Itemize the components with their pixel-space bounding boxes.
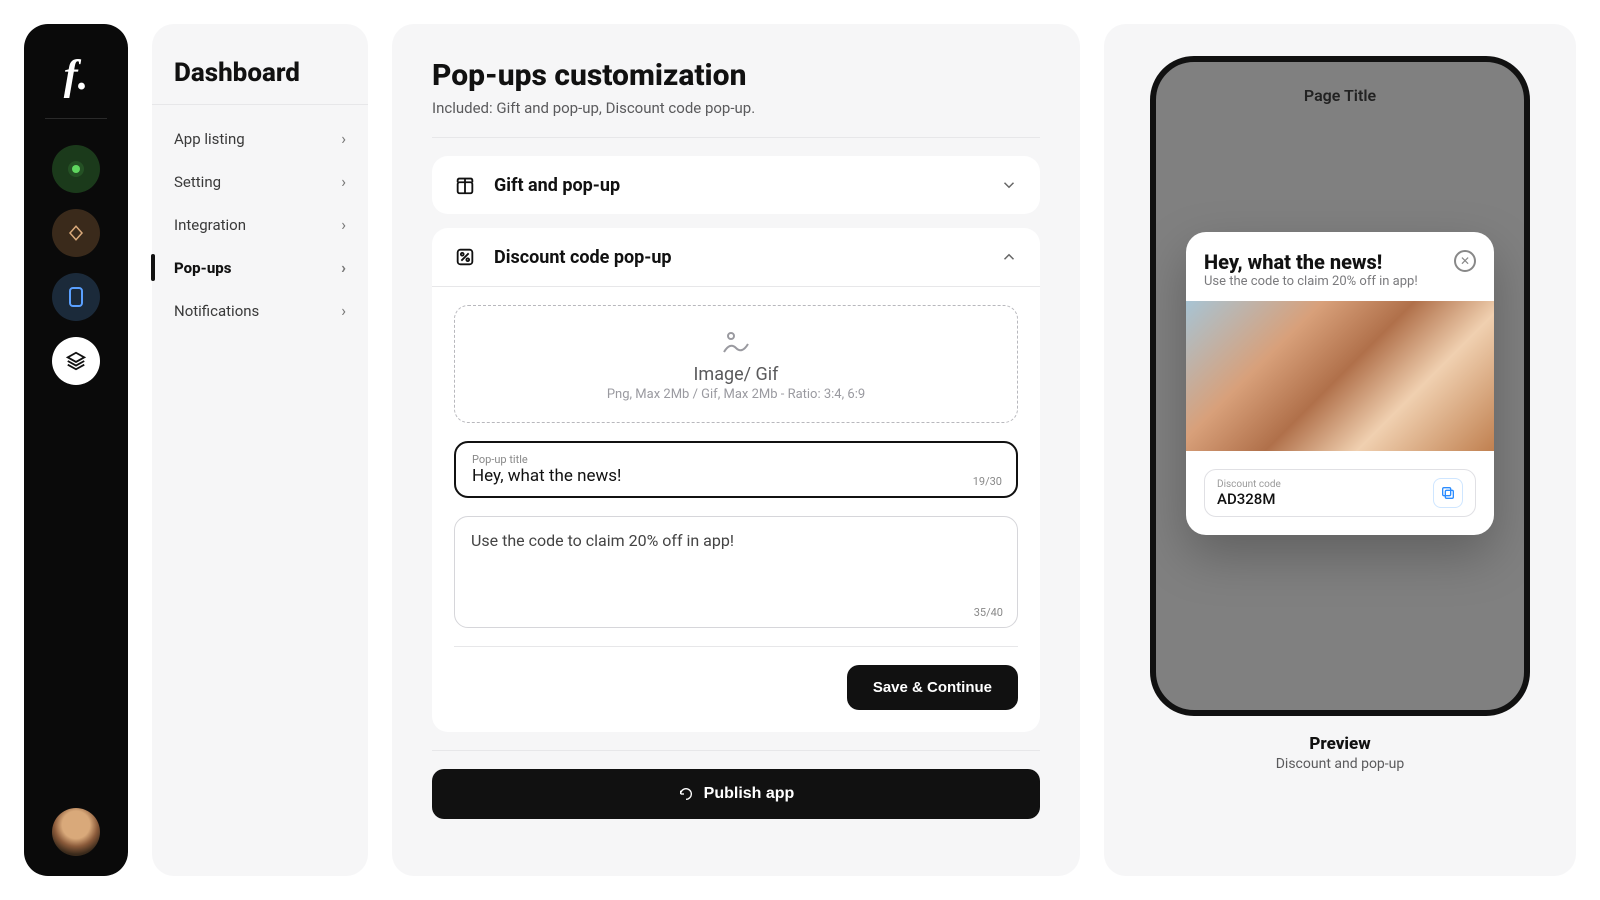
section-discount: Discount code pop-up Image/ Gif Png, Max… xyxy=(432,228,1040,732)
preview-popup-subtitle: Use the code to claim 20% off in app! xyxy=(1204,274,1476,289)
popup-title-input[interactable] xyxy=(472,466,1000,486)
rail-item-alerts[interactable] xyxy=(52,145,100,193)
sidebar-item-integration[interactable]: Integration › xyxy=(152,203,368,246)
sidebar-item-popups[interactable]: Pop-ups › xyxy=(152,246,368,289)
preview-popup-title: Hey, what the news! xyxy=(1204,250,1382,274)
layers-icon xyxy=(65,350,87,372)
main-panel: Pop-ups customization Included: Gift and… xyxy=(392,24,1080,876)
user-avatar[interactable] xyxy=(52,808,100,856)
chevron-down-icon xyxy=(1000,176,1018,194)
page-title: Pop-ups customization xyxy=(432,58,1040,93)
brand-logo: f. xyxy=(45,52,107,119)
preview-popup-card: Hey, what the news! ✕ Use the code to cl… xyxy=(1186,232,1494,535)
dropzone-title: Image/ Gif xyxy=(455,364,1017,385)
sidebar-item-app-listing[interactable]: App listing › xyxy=(152,117,368,160)
discount-code-box: Discount code AD328M xyxy=(1204,469,1476,517)
publish-app-button[interactable]: Publish app xyxy=(432,769,1040,819)
sidebar-title: Dashboard xyxy=(152,58,368,105)
diamond-icon xyxy=(67,224,85,242)
popup-desc-field[interactable]: 35/40 xyxy=(454,516,1018,628)
chevron-right-icon: › xyxy=(341,172,346,191)
preview-title: Preview xyxy=(1309,734,1370,754)
section-discount-body: Image/ Gif Png, Max 2Mb / Gif, Max 2Mb -… xyxy=(432,286,1040,732)
save-continue-button[interactable]: Save & Continue xyxy=(847,665,1018,710)
chevron-right-icon: › xyxy=(341,258,346,277)
section-gift-label: Gift and pop-up xyxy=(494,175,982,196)
sidebar-item-label: Setting xyxy=(174,173,221,191)
rail-item-mobile[interactable] xyxy=(52,273,100,321)
preview-subtitle: Discount and pop-up xyxy=(1276,756,1405,772)
sidebar-item-setting[interactable]: Setting › xyxy=(152,160,368,203)
copy-icon xyxy=(1440,485,1456,501)
chevron-up-icon xyxy=(1000,248,1018,266)
dropzone-subtitle: Png, Max 2Mb / Gif, Max 2Mb - Ratio: 3:4… xyxy=(455,387,1017,402)
sidebar: Dashboard App listing › Setting › Integr… xyxy=(152,24,368,876)
popup-desc-textarea[interactable] xyxy=(471,531,1001,609)
section-gift: Gift and pop-up xyxy=(432,156,1040,214)
section-gift-header[interactable]: Gift and pop-up xyxy=(432,156,1040,214)
image-dropzone[interactable]: Image/ Gif Png, Max 2Mb / Gif, Max 2Mb -… xyxy=(454,305,1018,423)
sidebar-item-label: Integration xyxy=(174,216,246,234)
close-icon[interactable]: ✕ xyxy=(1454,250,1476,272)
popup-title-field[interactable]: Pop-up title 19/30 xyxy=(454,441,1018,498)
chevron-right-icon: › xyxy=(341,129,346,148)
preview-panel: Page Title Hey, what the news! ✕ Use the… xyxy=(1104,24,1576,876)
popup-desc-count: 35/40 xyxy=(974,606,1003,619)
gift-icon xyxy=(454,174,476,196)
discount-code-value: AD328M xyxy=(1217,490,1281,508)
sidebar-item-label: Pop-ups xyxy=(174,259,231,277)
popup-title-label: Pop-up title xyxy=(472,453,1000,466)
chevron-right-icon: › xyxy=(341,215,346,234)
preview-popup-image xyxy=(1186,301,1494,451)
section-discount-header[interactable]: Discount code pop-up xyxy=(432,228,1040,286)
discount-code-label: Discount code xyxy=(1217,479,1281,490)
page-subtitle: Included: Gift and pop-up, Discount code… xyxy=(432,99,1040,138)
section-discount-label: Discount code pop-up xyxy=(494,247,982,268)
sidebar-item-label: Notifications xyxy=(174,302,259,320)
preview-page-title: Page Title xyxy=(1156,62,1524,105)
phone-frame: Page Title Hey, what the news! ✕ Use the… xyxy=(1150,56,1530,716)
chevron-right-icon: › xyxy=(341,301,346,320)
popup-title-count: 19/30 xyxy=(973,475,1002,488)
image-upload-icon xyxy=(455,330,1017,358)
publish-app-label: Publish app xyxy=(704,785,795,803)
exclamation-icon xyxy=(72,165,80,173)
sidebar-item-label: App listing xyxy=(174,130,245,148)
rail-item-layers[interactable] xyxy=(52,337,100,385)
refresh-icon xyxy=(678,786,694,802)
discount-icon xyxy=(454,246,476,268)
section-actions: Save & Continue xyxy=(454,646,1018,710)
copy-code-button[interactable] xyxy=(1433,478,1463,508)
rail-item-theme[interactable] xyxy=(52,209,100,257)
sidebar-item-notifications[interactable]: Notifications › xyxy=(152,289,368,332)
app-rail: f. xyxy=(24,24,128,876)
phone-icon xyxy=(69,287,83,307)
